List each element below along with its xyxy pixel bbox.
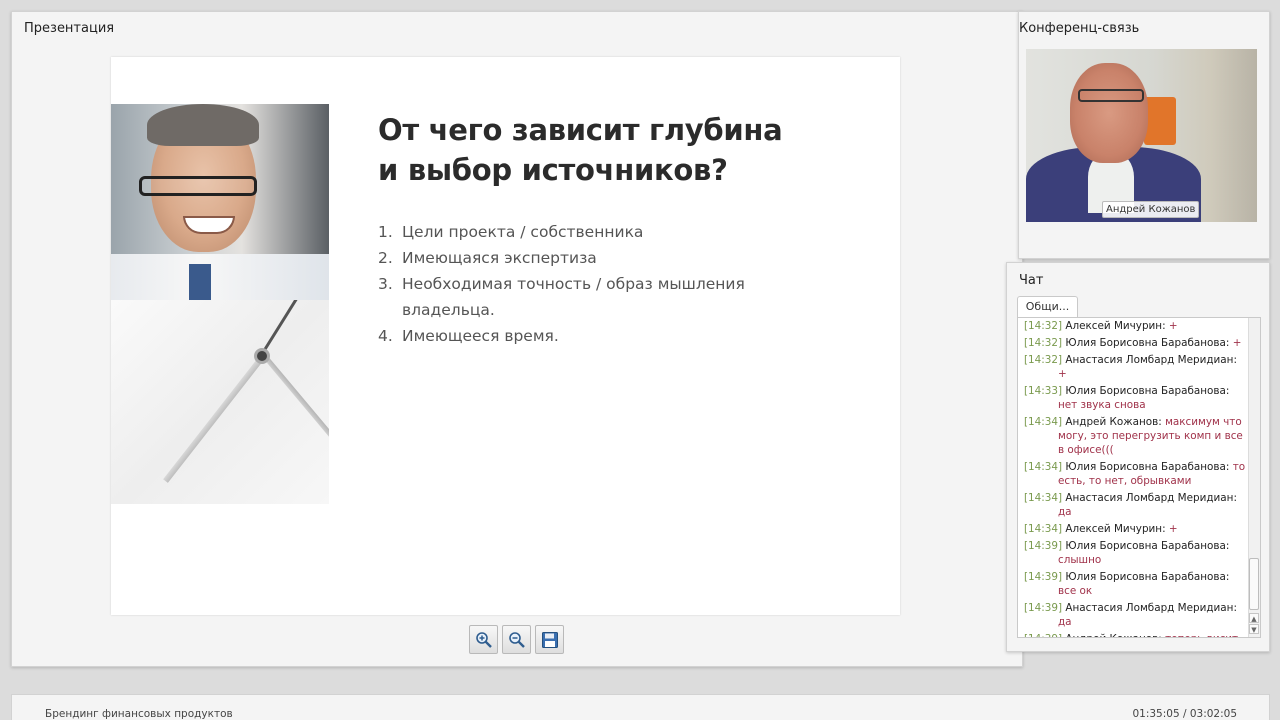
chat-message: [14:39] Анастасия Ломбард Меридиан: да <box>1024 601 1246 629</box>
slide-list-item: 2. Имеющаяся экспертиза <box>378 245 798 271</box>
slide-list-text: Цели проекта / собственника <box>402 223 644 241</box>
conference-title: Конференц-связь <box>1019 21 1140 36</box>
floppy-disk-icon <box>541 631 558 648</box>
slide-list-item: 4. Имеющееся время. <box>378 323 798 349</box>
chat-message-author: Юлия Борисовна Барабанова: <box>1065 571 1230 583</box>
presentation-title: Презентация <box>24 21 115 36</box>
video-feed[interactable]: Андрей Кожанов <box>1026 49 1257 222</box>
chat-message-time: [14:39] <box>1024 540 1063 552</box>
scroll-down-arrow-icon[interactable]: ▼ <box>1249 624 1259 634</box>
slide-list-number: 2. <box>378 249 393 267</box>
chat-message: [14:32] Юлия Борисовна Барабанова: + <box>1024 336 1246 350</box>
chat-message-author: Алексей Мичурин: <box>1065 523 1166 535</box>
chat-message-time: [14:34] <box>1024 461 1063 473</box>
chat-panel: Чат Общи... [14:32] Алексей Мичурин: + [1… <box>1006 262 1270 652</box>
chat-message-time: [14:32] <box>1024 337 1063 349</box>
chat-message-author: Анастасия Ломбард Меридиан: <box>1065 492 1237 504</box>
chat-message-time: [14:39] <box>1024 633 1062 637</box>
chat-message: [14:39] Андрей Кожанов: теперь висит пре… <box>1024 632 1246 637</box>
chat-message-text: + <box>1168 523 1178 535</box>
save-button[interactable] <box>535 625 564 654</box>
slide-portrait-image <box>111 104 329 300</box>
chat-message: [14:34] Андрей Кожанов: максимум что мог… <box>1024 415 1246 457</box>
zoom-in-button[interactable] <box>469 625 498 654</box>
chat-message-author: Анастасия Ломбард Меридиан: <box>1065 602 1237 614</box>
slide-list-item: 1. Цели проекта / собственника <box>378 219 798 245</box>
chat-message-time: [14:39] <box>1024 602 1063 614</box>
scroll-thumb[interactable] <box>1249 558 1259 610</box>
chat-message-author: Юлия Борисовна Барабанова: <box>1065 385 1230 397</box>
presentation-panel: Презентация От чего зависит глубина и вы… <box>11 11 1023 667</box>
chat-message: [14:33] Юлия Борисовна Барабанова: нет з… <box>1024 384 1246 412</box>
chat-message-time: [14:34] <box>1024 523 1063 535</box>
slide-list-text: Необходимая точность / образ мышления вл… <box>402 275 745 319</box>
zoom-in-icon <box>475 631 492 648</box>
scroll-up-arrow-icon[interactable]: ▲ <box>1249 613 1259 623</box>
chat-message-author: Юлия Борисовна Барабанова: <box>1065 337 1230 349</box>
chat-message-time: [14:39] <box>1024 571 1063 583</box>
slide-list-item: 3. Необходимая точность / образ мышления… <box>378 271 798 323</box>
chat-messages: [14:32] Алексей Мичурин: + [14:32] Юлия Б… <box>1024 319 1246 637</box>
slide: От чего зависит глубина и выбор источник… <box>111 57 900 615</box>
footer-bar: Брендинг финансовых продуктов 01:35:05 /… <box>11 694 1270 720</box>
chat-message-time: [14:32] <box>1024 354 1063 366</box>
participant-name-label: Андрей Кожанов <box>1102 201 1200 218</box>
chat-message-author: Анастасия Ломбард Меридиан: <box>1065 354 1237 366</box>
zoom-out-button[interactable] <box>502 625 531 654</box>
chat-message-list[interactable]: [14:32] Алексей Мичурин: + [14:32] Юлия Б… <box>1017 317 1261 638</box>
chat-message: [14:34] Анастасия Ломбард Меридиан: да <box>1024 491 1246 519</box>
slide-heading-line2: и выбор источников? <box>378 153 728 187</box>
chat-message: [14:34] Алексей Мичурин: + <box>1024 522 1246 536</box>
chat-tab-general[interactable]: Общи... <box>1017 296 1078 318</box>
chat-title: Чат <box>1019 273 1044 288</box>
slide-toolbar <box>469 625 564 655</box>
chat-message-time: [14:34] <box>1024 492 1063 504</box>
chat-message-time: [14:32] <box>1024 320 1063 332</box>
slide-list-number: 3. <box>378 275 393 293</box>
chat-message-author: Юлия Борисовна Барабанова: <box>1065 461 1230 473</box>
chat-message-author: Алексей Мичурин: <box>1065 320 1166 332</box>
chat-message-text: слышно <box>1058 554 1102 566</box>
slide-heading-line1: От чего зависит глубина <box>378 113 783 147</box>
chat-message: [14:39] Юлия Борисовна Барабанова: слышн… <box>1024 539 1246 567</box>
playback-time: 01:35:05 / 03:02:05 <box>1132 708 1237 720</box>
chat-message-text: + <box>1168 320 1178 332</box>
slide-list-text: Имеющаяся экспертиза <box>402 249 597 267</box>
chat-message: [14:32] Анастасия Ломбард Меридиан: + <box>1024 353 1246 381</box>
chat-message: [14:39] Юлия Борисовна Барабанова: все о… <box>1024 570 1246 598</box>
slide-heading: От чего зависит глубина и выбор источник… <box>378 110 858 190</box>
chat-message-text: да <box>1058 616 1072 628</box>
chat-message-text: + <box>1232 337 1242 349</box>
chat-message-time: [14:34] <box>1024 416 1063 428</box>
slide-list-number: 4. <box>378 327 393 345</box>
slide-list: 1. Цели проекта / собственника 2. Имеюща… <box>378 219 798 349</box>
chat-scrollbar[interactable]: ▲ ▼ <box>1248 318 1260 637</box>
chat-message-author: Андрей Кожанов: <box>1065 633 1161 637</box>
slide-clock-image <box>111 300 329 504</box>
chat-message-text: да <box>1058 506 1072 518</box>
chat-message-text: + <box>1058 368 1067 380</box>
zoom-out-icon <box>508 631 525 648</box>
slide-list-number: 1. <box>378 223 393 241</box>
chat-message: [14:34] Юлия Борисовна Барабанова: то ес… <box>1024 460 1246 488</box>
chat-message: [14:32] Алексей Мичурин: + <box>1024 319 1246 333</box>
chat-message-author: Андрей Кожанов: <box>1065 416 1162 428</box>
course-title: Брендинг финансовых продуктов <box>45 708 233 720</box>
chat-message-text: все ок <box>1058 585 1093 597</box>
slide-list-text: Имеющееся время. <box>402 327 559 345</box>
chat-message-text: нет звука снова <box>1058 399 1146 411</box>
conference-panel: Конференц-связь Андрей Кожанов <box>1018 11 1270 259</box>
chat-message-author: Юлия Борисовна Барабанова: <box>1065 540 1230 552</box>
chat-message-time: [14:33] <box>1024 385 1063 397</box>
